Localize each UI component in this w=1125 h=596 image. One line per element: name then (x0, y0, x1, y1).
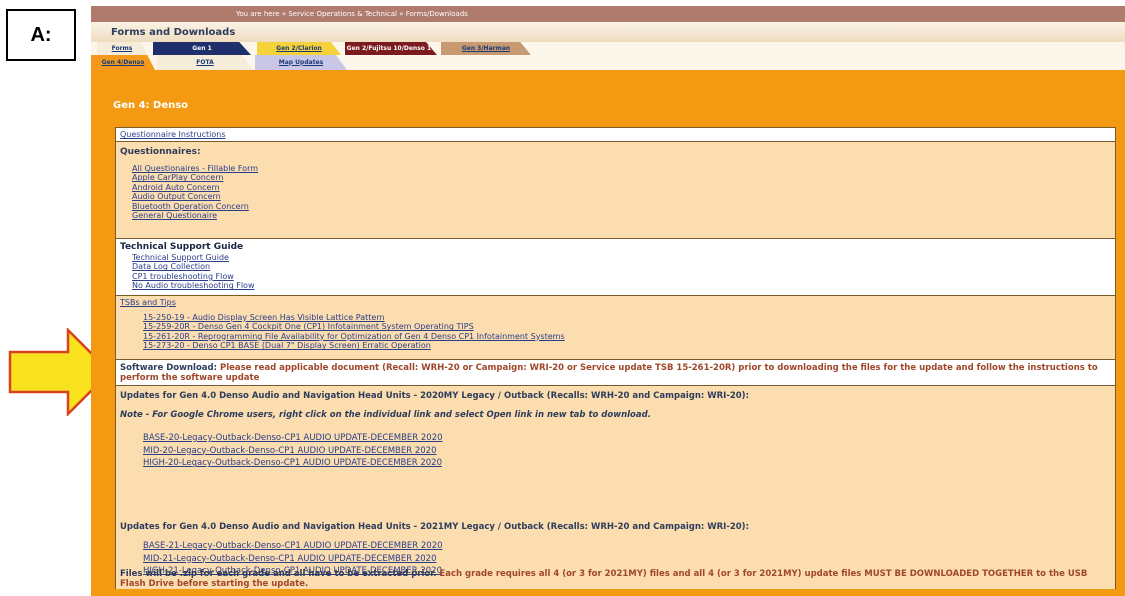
tsb-link[interactable]: 15-250-19 - Audio Display Screen Has Vis… (143, 313, 565, 322)
tab-gen3-harman[interactable]: Gen 3/Harman (441, 42, 531, 55)
tech-support-link[interactable]: CP1 troubleshooting Flow (132, 272, 254, 281)
tech-support-heading: Technical Support Guide (120, 242, 244, 252)
tab-gen2-clarion[interactable]: Gen 2/Clarion (257, 42, 341, 55)
tech-support-link[interactable]: Technical Support Guide (132, 253, 254, 262)
updates-2020-list: BASE-20-Legacy-Outback-Denso-CP1 AUDIO U… (143, 432, 443, 470)
tsb-link[interactable]: 15-259-20R - Denso Gen 4 Cockpit One (CP… (143, 322, 565, 331)
download-link[interactable]: BASE-21-Legacy-Outback-Denso-CP1 AUDIO U… (143, 540, 443, 553)
questionnaire-link[interactable]: Apple CarPlay Concern (132, 173, 258, 182)
tech-support-section: Technical Support Guide Technical Suppor… (116, 239, 1115, 296)
breadcrumb-text: You are here » Service Operations & Tech… (236, 10, 468, 18)
page-title: Forms and Downloads (111, 27, 236, 38)
software-download-text: Software Download: Please read applicabl… (120, 363, 1110, 383)
tech-support-link[interactable]: No Audio troubleshooting Flow (132, 281, 254, 290)
tab-forms[interactable]: Forms (97, 42, 147, 55)
download-link[interactable]: HIGH-20-Legacy-Outback-Denso-CP1 AUDIO U… (143, 457, 443, 470)
tab-row-2: Gen 4/Denso FOTA Map Updates (91, 55, 1125, 70)
annotation-label: A: (6, 9, 76, 61)
updates-section: Updates for Gen 4.0 Denso Audio and Navi… (116, 386, 1115, 589)
questionnaires-heading: Questionnaires: (120, 147, 201, 157)
questionnaire-instructions-link[interactable]: Questionnaire Instructions (120, 130, 226, 139)
questionnaires-list: All Questionaires - Fillable Form Apple … (132, 164, 258, 220)
tab-gen2-fujitsu[interactable]: Gen 2/Fujitsu 10/Denso 10 (345, 42, 437, 55)
updates-2020-heading: Updates for Gen 4.0 Denso Audio and Navi… (120, 391, 749, 401)
software-download-notice: Software Download: Please read applicabl… (116, 360, 1115, 386)
download-link[interactable]: MID-21-Legacy-Outback-Denso-CP1 AUDIO UP… (143, 553, 443, 566)
questionnaire-link[interactable]: Audio Output Concern (132, 192, 258, 201)
content-panel: Questionnaire Instructions Questionnaire… (115, 127, 1116, 589)
tab-row-1: Forms Gen 1 Gen 2/Clarion Gen 2/Fujitsu … (91, 42, 1125, 55)
tab-fota[interactable]: FOTA (157, 55, 253, 70)
tab-gen1[interactable]: Gen 1 (153, 42, 251, 55)
content-area: Gen 4: Denso Questionnaire Instructions … (91, 70, 1125, 596)
questionnaire-link[interactable]: Bluetooth Operation Concern (132, 202, 258, 211)
title-bar: Forms and Downloads (91, 22, 1125, 42)
questionnaire-link[interactable]: Android Auto Concern (132, 183, 258, 192)
breadcrumb: You are here » Service Operations & Tech… (91, 6, 1125, 22)
tsb-link[interactable]: 15-273-20 - Denso CP1 BASE (Dual 7" Disp… (143, 341, 565, 350)
tsb-link[interactable]: 15-261-20R - Reprogramming File Availabi… (143, 332, 565, 341)
software-download-label: Software Download: (120, 363, 217, 373)
tsbs-heading-link[interactable]: TSBs and Tips (120, 298, 176, 307)
tech-support-link[interactable]: Data Log Collection (132, 262, 254, 271)
chrome-note: Note - For Google Chrome users, right cl… (120, 410, 651, 420)
files-instructions-part1: Files will be .zip for each grade and al… (120, 569, 437, 579)
tab-map-updates[interactable]: Map Updates (255, 55, 347, 70)
questionnaire-link[interactable]: General Questionaire (132, 211, 258, 220)
section-title: Gen 4: Denso (113, 100, 189, 111)
download-link[interactable]: BASE-20-Legacy-Outback-Denso-CP1 AUDIO U… (143, 432, 443, 445)
download-link[interactable]: MID-20-Legacy-Outback-Denso-CP1 AUDIO UP… (143, 445, 443, 458)
tab-gen4-denso[interactable]: Gen 4/Denso (91, 55, 155, 70)
updates-2021-heading: Updates for Gen 4.0 Denso Audio and Navi… (120, 522, 749, 532)
files-instructions: Files will be .zip for each grade and al… (120, 569, 1110, 589)
questionnaire-instructions-row: Questionnaire Instructions (116, 128, 1115, 142)
questionnaires-section: Questionnaires: All Questionaires - Fill… (116, 142, 1115, 239)
questionnaire-link[interactable]: All Questionaires - Fillable Form (132, 164, 258, 173)
tsbs-list: 15-250-19 - Audio Display Screen Has Vis… (143, 313, 565, 351)
tsbs-section: TSBs and Tips 15-250-19 - Audio Display … (116, 296, 1115, 360)
software-download-body: Please read applicable document (Recall:… (120, 363, 1098, 383)
page-frame: You are here » Service Operations & Tech… (91, 6, 1125, 596)
tech-support-list: Technical Support Guide Data Log Collect… (132, 253, 254, 291)
